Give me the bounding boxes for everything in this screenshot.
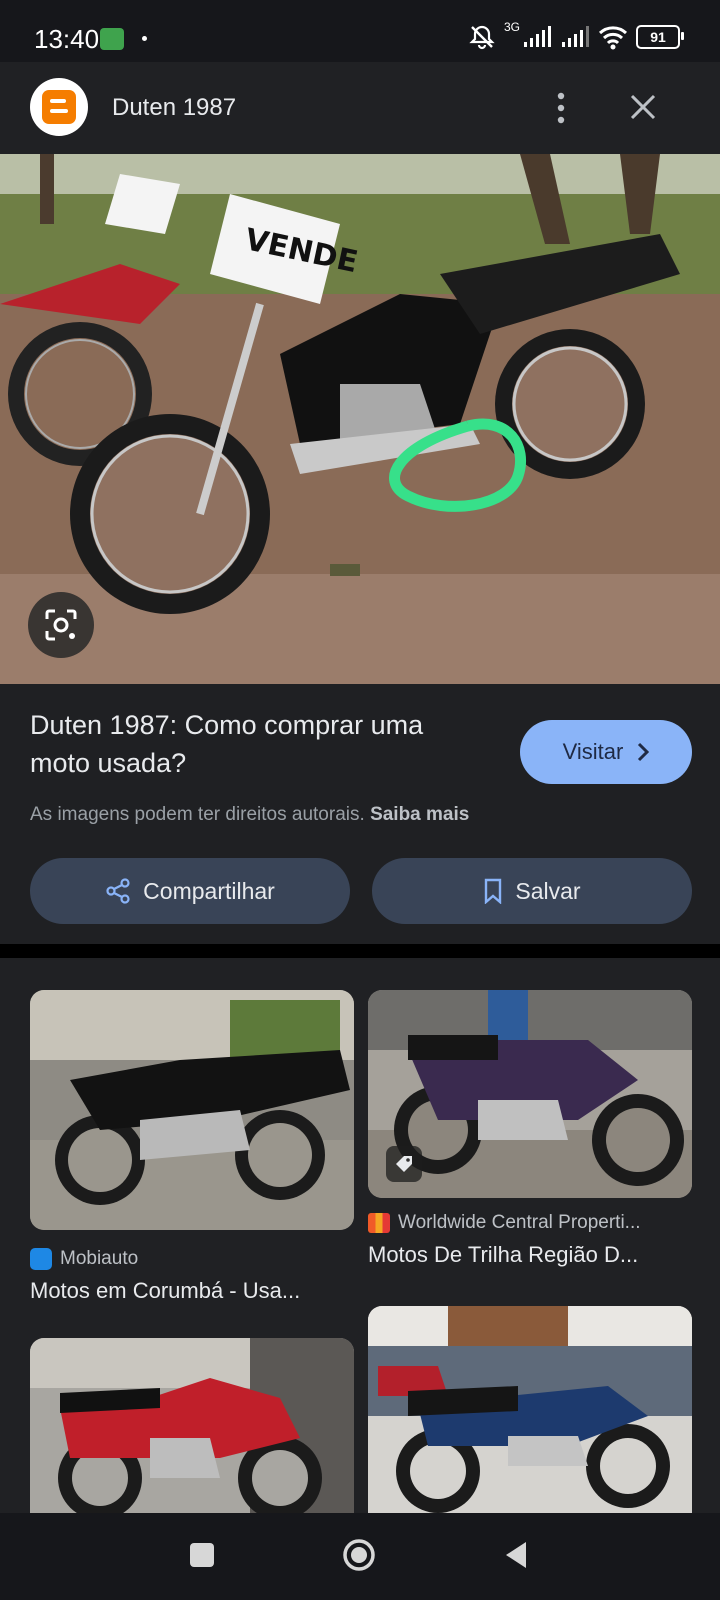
visit-button[interactable]: Visitar [520, 720, 692, 784]
wifi-icon [598, 26, 628, 50]
motorcycle-photo: VENDE [0, 154, 720, 684]
page-title[interactable]: Duten 1987 [112, 94, 236, 122]
back-icon[interactable] [502, 1540, 530, 1570]
main-image[interactable]: VENDE [0, 154, 720, 684]
related-image-4[interactable] [368, 1306, 692, 1518]
more-vert-icon[interactable] [556, 90, 566, 126]
chevron-right-icon [638, 742, 650, 762]
related-title-2[interactable]: Motos De Trilha Região D... [368, 1242, 678, 1268]
mute-icon [469, 25, 495, 50]
network-type-label: 3G [503, 20, 520, 34]
notification-dot-icon [142, 36, 147, 41]
related-title-1[interactable]: Motos em Corumbá - Usa... [30, 1278, 360, 1304]
learn-more-link[interactable]: Saiba mais [370, 804, 469, 825]
worldwide-logo-icon [368, 1213, 390, 1233]
share-button-label: Compartilhar [143, 877, 275, 904]
related-image-3[interactable] [30, 1338, 354, 1518]
related-source-1[interactable]: Mobiauto [30, 1248, 138, 1270]
close-icon[interactable] [626, 90, 660, 124]
google-lens-icon[interactable] [28, 592, 94, 658]
battery-level: 91 [650, 29, 666, 45]
related-source-1-label: Mobiauto [60, 1248, 139, 1269]
blogger-logo-icon[interactable] [30, 78, 88, 136]
recents-icon[interactable] [190, 1543, 214, 1567]
signal-strength-icon-2 [562, 26, 589, 47]
save-button-label: Salvar [515, 877, 581, 904]
product-tag-icon [386, 1146, 422, 1182]
signal-strength-icon [524, 26, 551, 47]
home-icon[interactable] [342, 1538, 376, 1572]
copyright-text: As imagens podem ter direitos autorais. [30, 804, 365, 825]
save-button[interactable]: Salvar [372, 858, 692, 924]
section-divider [0, 944, 720, 958]
share-icon [106, 878, 130, 904]
related-source-2-label: Worldwide Central Properti... [398, 1212, 641, 1233]
copyright-notice: As imagens podem ter direitos autorais. … [30, 804, 469, 826]
result-title[interactable]: Duten 1987: Como comprar uma moto usada? [30, 706, 490, 782]
viewer-header [0, 62, 720, 154]
status-icons: 3G 91 [468, 20, 684, 52]
share-button[interactable]: Compartilhar [30, 858, 350, 924]
status-time: 13:40 [34, 24, 100, 54]
visit-button-label: Visitar [562, 739, 624, 764]
mobiauto-logo-icon [30, 1248, 52, 1270]
related-image-1[interactable] [30, 990, 354, 1230]
related-source-2[interactable]: Worldwide Central Properti... [368, 1212, 641, 1234]
bookmark-icon [485, 878, 502, 904]
battery-icon: 91 [636, 25, 684, 49]
notification-app-icon [100, 28, 124, 50]
